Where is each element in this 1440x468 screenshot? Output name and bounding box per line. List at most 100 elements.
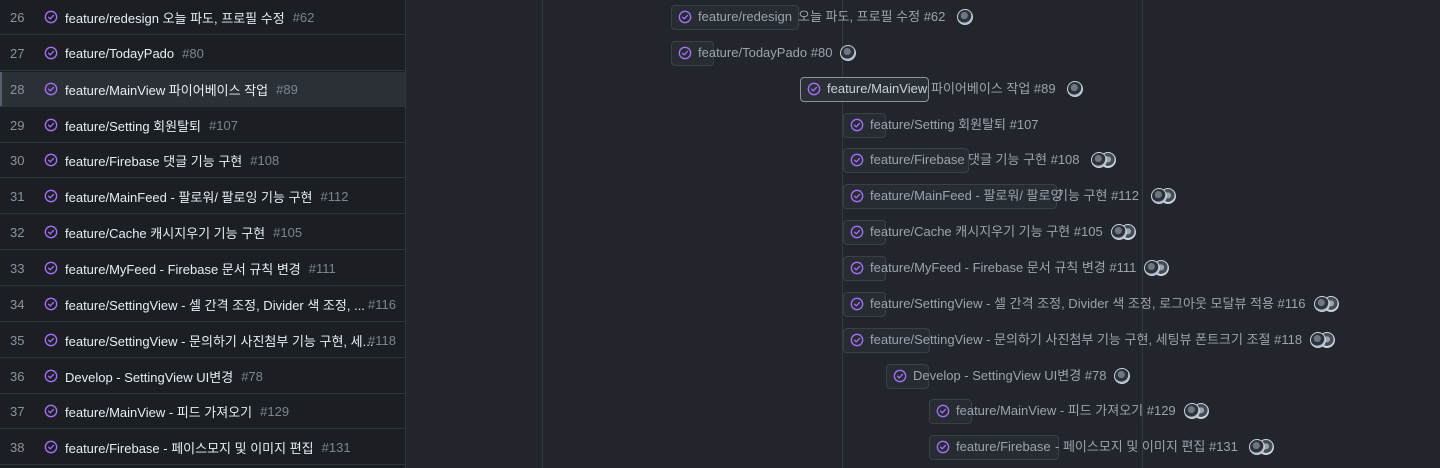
timeline-label: feature/SettingView - 문의하기 사진첨부 기능 구현, 세… — [870, 332, 1303, 347]
check-circle-icon — [850, 261, 864, 275]
item-ref: #62 — [292, 9, 315, 25]
check-circle-icon — [850, 225, 864, 239]
list-item[interactable]: 37 feature/MainView - 피드 가져오기 #129 — [0, 394, 405, 429]
check-circle-icon — [44, 82, 58, 96]
check-circle-icon — [850, 297, 864, 311]
row-number: 26 — [10, 9, 25, 25]
list-item[interactable]: 27 feature/TodayPado #80 — [0, 36, 405, 71]
check-circle-icon — [893, 369, 907, 383]
avatar[interactable] — [1067, 81, 1083, 97]
timeline-label: feature/MainFeed - 팔로워/ 팔로잉 — [870, 188, 1063, 203]
item-ref: #107 — [209, 117, 238, 133]
timeline-label: feature/MainView - 피드 가져오기 #129 — [956, 403, 1176, 418]
avatar[interactable] — [1184, 403, 1200, 419]
item-ref: #78 — [241, 368, 263, 384]
check-circle-icon — [678, 10, 692, 24]
timeline-label-overflow: 기능 구현 #112 — [1056, 188, 1140, 203]
item-title[interactable]: feature/MainFeed - 팔로워/ 팔로잉 기능 구현 — [65, 187, 313, 206]
avatar[interactable] — [1091, 152, 1107, 168]
row-number: 35 — [10, 332, 25, 348]
check-circle-icon — [44, 297, 58, 311]
item-ref: #118 — [368, 332, 396, 348]
timeline-label: feature/Setting 회원탈퇴 #107 — [870, 117, 1039, 132]
list-item[interactable]: 30 feature/Firebase 댓글 기능 구현 #108 — [0, 143, 405, 178]
avatar[interactable] — [1144, 260, 1160, 276]
item-title[interactable]: feature/MyFeed - Firebase 문서 규칙 변경 — [65, 259, 301, 278]
check-circle-icon — [850, 153, 864, 167]
list-item[interactable]: 29 feature/Setting 회원탈퇴 #107 — [0, 108, 405, 143]
check-circle-icon — [44, 189, 58, 203]
timeline-gridline — [542, 0, 543, 468]
row-number: 29 — [10, 117, 25, 133]
list-item[interactable]: 33 feature/MyFeed - Firebase 문서 규칙 변경 #11… — [0, 251, 405, 286]
item-title[interactable]: feature/redesign 오늘 파도, 프로필 수정 — [65, 8, 285, 27]
check-circle-icon — [44, 153, 58, 167]
check-circle-icon — [936, 440, 950, 454]
item-title[interactable]: feature/Cache 캐시지우기 기능 구현 — [65, 223, 265, 242]
timeline-label: feature/TodayPado #80 — [698, 45, 833, 60]
list-item[interactable]: 26 feature/redesign 오늘 파도, 프로필 수정 #62 — [0, 0, 405, 35]
timeline-gridline — [1142, 0, 1143, 468]
check-circle-icon — [44, 46, 58, 60]
roadmap-timeline: feature/redesign 오늘 파도, 프로필 수정 #62 featu… — [406, 0, 1440, 468]
item-title[interactable]: Develop - SettingView UI변경 — [65, 367, 233, 386]
check-circle-icon — [44, 369, 58, 383]
item-title[interactable]: feature/Setting 회원탈퇴 — [65, 116, 201, 135]
row-number: 32 — [10, 224, 25, 240]
check-circle-icon — [807, 82, 821, 96]
list-item[interactable]: 38 feature/Firebase - 페이스모지 및 이미지 편집 #131 — [0, 430, 405, 465]
avatar[interactable] — [1151, 188, 1167, 204]
check-circle-icon — [44, 118, 58, 132]
row-number: 31 — [10, 188, 25, 204]
check-circle-icon — [44, 333, 58, 347]
check-circle-icon — [44, 10, 58, 24]
item-ref: #112 — [320, 188, 349, 204]
row-number: 37 — [10, 403, 25, 419]
row-number: 30 — [10, 152, 25, 168]
check-circle-icon — [678, 46, 692, 60]
timeline-label: feature/MainView — [827, 81, 928, 96]
check-circle-icon — [850, 333, 864, 347]
item-ref: #129 — [260, 403, 290, 419]
check-circle-icon — [850, 118, 864, 132]
list-item[interactable]: 28 feature/MainView 파이어베이스 작업 #89 — [0, 72, 405, 107]
row-number: 38 — [10, 439, 25, 455]
check-circle-icon — [44, 440, 58, 454]
item-ref: #111 — [308, 260, 336, 276]
list-item[interactable]: 36 Develop - SettingView UI변경 #78 — [0, 359, 405, 394]
timeline-label-overflow: - 페이스모지 및 이미지 편집 #131 — [1055, 439, 1238, 454]
item-ref: #89 — [276, 81, 298, 97]
row-number: 28 — [10, 81, 25, 97]
row-number: 34 — [10, 296, 25, 312]
timeline-label: feature/Firebase — [870, 152, 965, 167]
avatar[interactable] — [1314, 296, 1330, 312]
list-item[interactable]: 31 feature/MainFeed - 팔로워/ 팔로잉 기능 구현 #112 — [0, 179, 405, 214]
item-ref: #116 — [368, 296, 396, 312]
item-title[interactable]: feature/TodayPado — [65, 46, 174, 61]
avatar[interactable] — [1249, 439, 1265, 455]
row-number: 33 — [10, 260, 25, 276]
avatar[interactable] — [957, 9, 973, 25]
check-circle-icon — [44, 225, 58, 239]
list-item[interactable]: 32 feature/Cache 캐시지우기 기능 구현 #105 — [0, 215, 405, 250]
item-title[interactable]: feature/SettingView - 문의하기 사진첨부 기능 구현, 세… — [65, 331, 373, 350]
item-title[interactable]: feature/SettingView - 셀 간격 조정, Divider 색… — [65, 295, 365, 314]
item-title[interactable]: feature/Firebase - 페이스모지 및 이미지 편집 — [65, 438, 314, 457]
item-title[interactable]: feature/MainView 파이어베이스 작업 — [65, 80, 268, 99]
avatar[interactable] — [1310, 332, 1326, 348]
timeline-label: feature/Firebase — [956, 439, 1051, 454]
list-item[interactable]: 34 feature/SettingView - 셀 간격 조정, Divide… — [0, 287, 405, 322]
timeline-label: feature/SettingView - 셀 간격 조정, Divider 색… — [870, 296, 1306, 311]
timeline-label: feature/MyFeed - Firebase 문서 규칙 변경 #111 — [870, 260, 1137, 275]
timeline-label: feature/Cache 캐시지우기 기능 구현 #105 — [870, 224, 1103, 239]
timeline-label-overflow: 파이어베이스 작업 #89 — [931, 81, 1056, 96]
avatar[interactable] — [1114, 368, 1130, 384]
list-item[interactable]: 35 feature/SettingView - 문의하기 사진첨부 기능 구현… — [0, 323, 405, 358]
timeline-label: feature/redesign — [698, 9, 792, 24]
item-title[interactable]: feature/MainView - 피드 가져오기 — [65, 402, 252, 421]
avatar[interactable] — [1111, 224, 1127, 240]
item-title[interactable]: feature/Firebase 댓글 기능 구현 — [65, 151, 242, 170]
avatar[interactable] — [840, 45, 856, 61]
row-number: 27 — [10, 45, 25, 61]
issue-list: 26 feature/redesign 오늘 파도, 프로필 수정 #62 27 f… — [0, 0, 406, 468]
